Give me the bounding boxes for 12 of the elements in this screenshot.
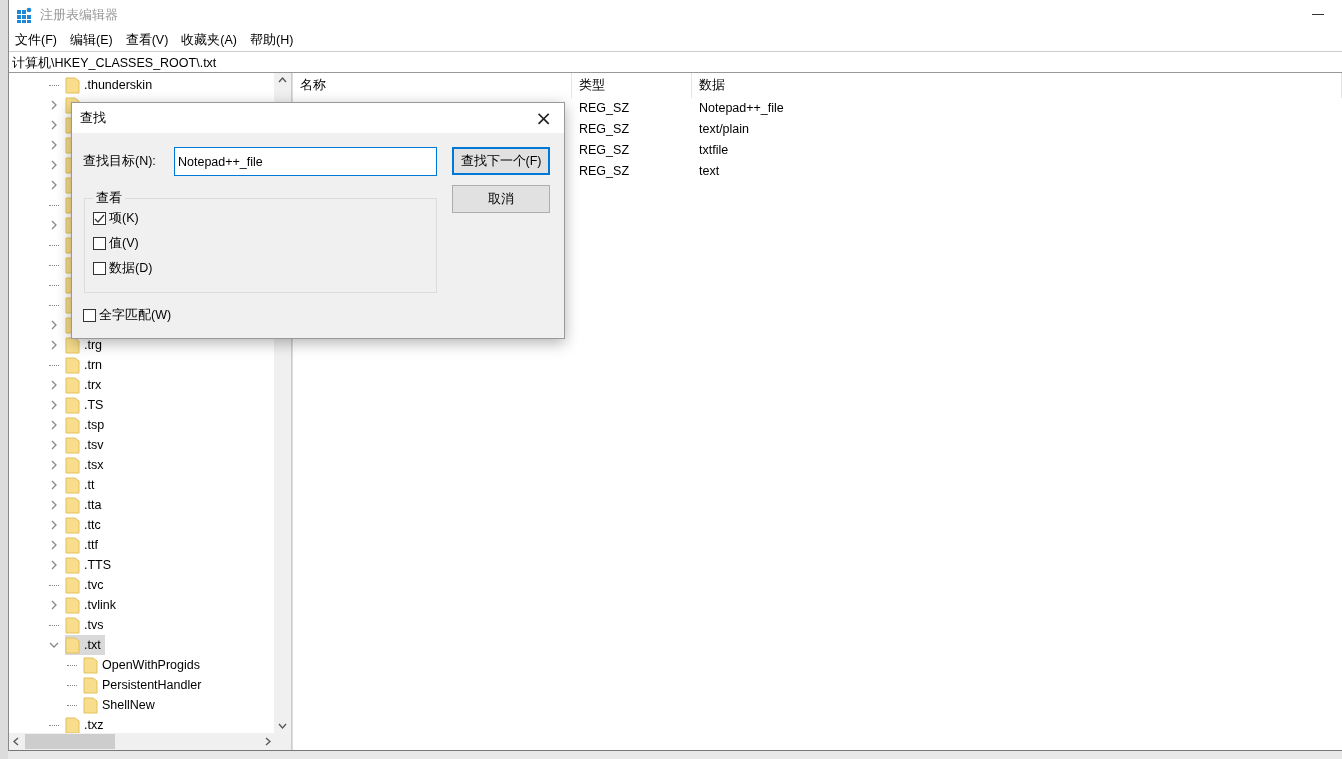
table-cell-text: REG_SZ [578, 163, 630, 178]
table-cell-text: REG_SZ [578, 142, 630, 157]
table-cell-text: text [698, 163, 721, 178]
table-cell-text: Notepad++_file [698, 100, 785, 115]
table-cell-text: REG_SZ [578, 100, 630, 115]
table-cell-text: text/plain [698, 121, 751, 136]
table-cell-text: REG_SZ [578, 121, 630, 136]
group-title: 查看 [95, 190, 123, 207]
window-title: 注册表编辑器 [40, 6, 119, 24]
field-label: 查找目标(N): [83, 153, 156, 170]
table-cell-text: txtfile [698, 142, 730, 157]
dialog-title: 查找 [80, 109, 106, 127]
